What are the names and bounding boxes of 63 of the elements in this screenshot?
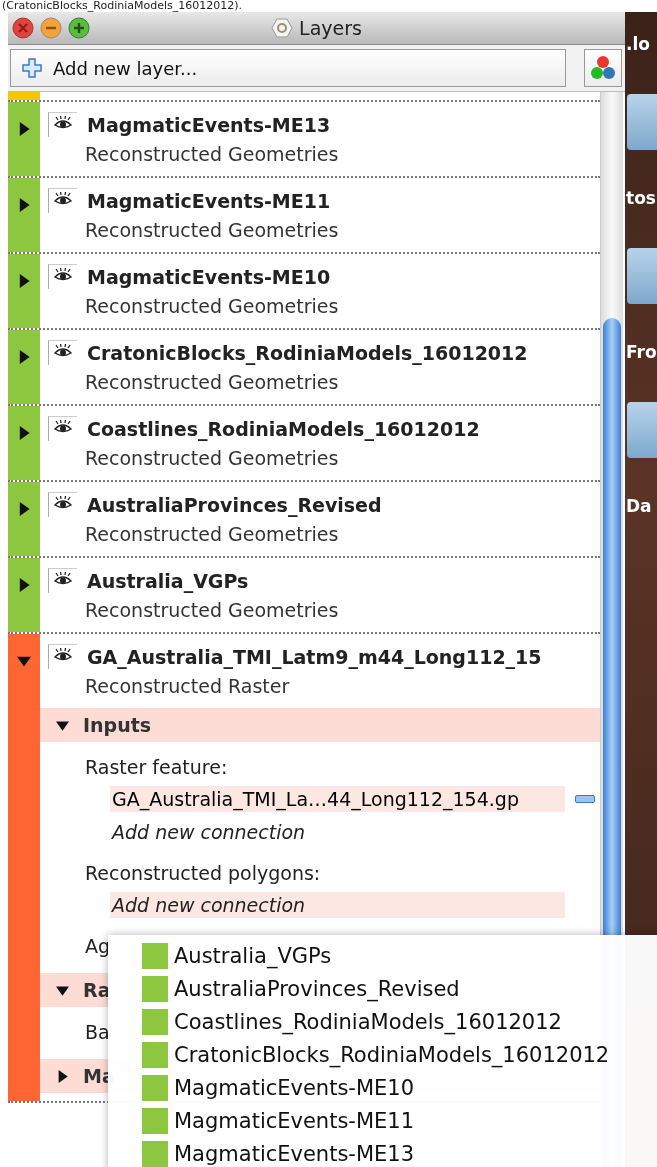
expand-triangle-icon[interactable]: [17, 426, 31, 440]
input-label: Raster feature:: [85, 756, 228, 778]
section-header[interactable]: Inputs: [40, 708, 600, 742]
layer-name: Coastlines_RodiniaModels_16012012: [87, 417, 480, 442]
menu-option[interactable]: AustraliaProvinces_Revised: [108, 972, 657, 1005]
add-connection-link[interactable]: Add new connection: [110, 891, 565, 918]
collapse-triangle-icon[interactable]: [17, 654, 31, 668]
eye-icon[interactable]: [53, 419, 73, 435]
zoom-icon[interactable]: [68, 17, 90, 39]
expand-triangle-icon[interactable]: [17, 122, 31, 136]
layer-name: AustraliaProvinces_Revised: [87, 493, 382, 518]
add-connection-link[interactable]: Add new connection: [110, 818, 565, 845]
desktop-icon-label: tos: [625, 188, 657, 208]
eye-icon[interactable]: [53, 647, 73, 663]
layer-type: Reconstructed Geometries: [84, 294, 340, 319]
layer-name: MagmaticEvents-ME10: [87, 265, 331, 290]
app-logo-icon: [271, 17, 294, 39]
layer-type: Reconstructed Raster: [84, 674, 291, 699]
eye-icon[interactable]: [53, 115, 73, 131]
caption-text: (CratonicBlocks_RodiniaModels_16012012).: [1, 0, 244, 12]
expand-triangle-icon[interactable]: [17, 274, 31, 288]
layer-type: Reconstructed Geometries: [84, 446, 340, 471]
eye-icon[interactable]: [53, 267, 73, 283]
connection-item[interactable]: GA_Australia_TMI_La…44_Long112_154.gp: [110, 785, 565, 812]
expand-triangle-icon[interactable]: [17, 350, 31, 364]
expand-triangle-icon[interactable]: [17, 198, 31, 212]
window-title: Layers: [299, 17, 362, 39]
menu-option[interactable]: MagmaticEvents-ME11: [108, 1104, 657, 1137]
expand-triangle-icon[interactable]: [17, 502, 31, 516]
layer-type: Reconstructed Geometries: [84, 218, 340, 243]
layer-name: Australia_VGPs: [87, 569, 249, 594]
menu-option[interactable]: MagmaticEvents-ME10: [108, 1071, 657, 1104]
minimize-icon[interactable]: [40, 17, 62, 39]
desktop-icon-label: .lo: [625, 34, 651, 54]
layer-type: Reconstructed Geometries: [84, 598, 340, 623]
three-circles-icon: [589, 54, 617, 82]
menu-option[interactable]: CratonicBlocks_RodiniaModels_16012012: [108, 1038, 657, 1071]
menu-option[interactable]: Coastlines_RodiniaModels_16012012: [108, 1005, 657, 1038]
eye-icon[interactable]: [53, 343, 73, 359]
layer-name: MagmaticEvents-ME11: [87, 189, 331, 214]
layer-name: GA_Australia_TMI_Latm9_m44_Long112_15: [87, 645, 542, 670]
close-icon[interactable]: [12, 17, 34, 39]
add-layer-button[interactable]: Add new layer...: [10, 49, 566, 87]
layer-type: Reconstructed Geometries: [84, 522, 340, 547]
layer-name: MagmaticEvents-ME13: [87, 113, 331, 138]
expand-triangle-icon[interactable]: [56, 1069, 69, 1083]
eye-icon[interactable]: [53, 495, 73, 511]
layer-type: Reconstructed Geometries: [84, 142, 340, 167]
menu-option[interactable]: Australia_VGPs: [108, 939, 657, 972]
desktop-icon-label: Da: [625, 496, 653, 516]
input-label: Ba: [85, 1021, 110, 1043]
layer-type: Reconstructed Geometries: [84, 370, 340, 395]
input-label: Reconstructed polygons:: [85, 862, 321, 884]
menu-option[interactable]: MagmaticEvents-ME13: [108, 1137, 657, 1167]
expand-triangle-icon[interactable]: [17, 578, 31, 592]
layer-name: CratonicBlocks_RodiniaModels_16012012: [87, 341, 528, 366]
desktop-icon-label: Fro: [625, 342, 657, 362]
eye-icon[interactable]: [53, 571, 73, 587]
input-label: Ag: [85, 935, 111, 957]
plus-icon: [21, 57, 43, 79]
eye-icon[interactable]: [53, 191, 73, 207]
remove-button[interactable]: [575, 794, 595, 803]
colour-scheme-button[interactable]: [584, 49, 622, 87]
